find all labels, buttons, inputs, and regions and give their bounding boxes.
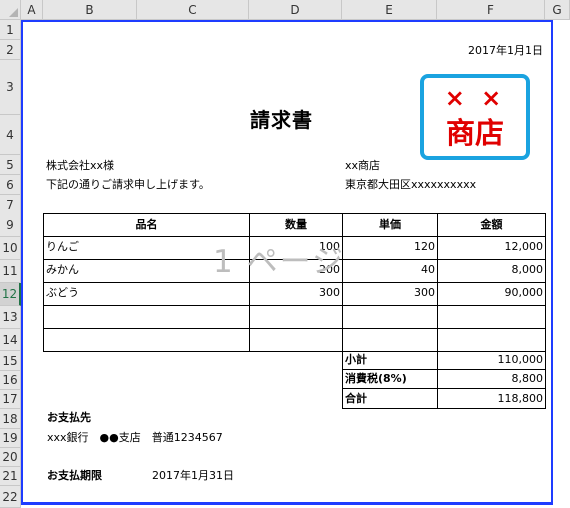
column-header-d[interactable]: D — [249, 0, 342, 20]
column-header-b[interactable]: B — [43, 0, 137, 20]
table-row-2-amount[interactable]: 8,000 — [438, 260, 546, 283]
tax-value[interactable]: 8,800 — [438, 370, 546, 389]
payee-label[interactable]: お支払先 — [47, 411, 91, 425]
payee-details[interactable]: xxx銀行 ●●支店 普通1234567 — [47, 431, 223, 445]
table-row-5-name[interactable] — [44, 329, 250, 352]
seller-address[interactable]: 東京都大田区xxxxxxxxxx — [345, 178, 476, 192]
header-quantity[interactable]: 数量 — [250, 214, 343, 237]
row-header-5[interactable]: 5 — [0, 155, 21, 175]
table-row-4-price[interactable] — [343, 306, 438, 329]
table-row-3-amount[interactable]: 90,000 — [438, 283, 546, 306]
row-header-10[interactable]: 10 — [0, 237, 21, 260]
row-header-17[interactable]: 17 — [0, 390, 21, 409]
row-header-18[interactable]: 18 — [0, 409, 21, 429]
logo-bottom-text: 商店 — [445, 116, 504, 150]
total-value[interactable]: 118,800 — [438, 389, 546, 409]
logo-top-text: × × — [444, 84, 506, 112]
table-row-4-qty[interactable] — [250, 306, 343, 329]
invoice-title[interactable]: 請求書 — [250, 107, 313, 133]
due-date[interactable]: 2017年1月31日 — [152, 469, 234, 483]
table-row-3-qty[interactable]: 300 — [250, 283, 343, 306]
row-header-20[interactable]: 20 — [0, 448, 21, 467]
column-header-f[interactable]: F — [437, 0, 545, 20]
header-item-name[interactable]: 品名 — [44, 214, 250, 237]
table-row-4-name[interactable] — [44, 306, 250, 329]
row-header-3[interactable]: 3 — [0, 60, 21, 115]
column-header-e[interactable]: E — [342, 0, 437, 20]
subtotal-label[interactable]: 小計 — [343, 351, 438, 370]
row-header-11[interactable]: 11 — [0, 260, 21, 283]
page-watermark: 1 ページ — [213, 244, 345, 280]
header-unit-price[interactable]: 単価 — [343, 214, 438, 237]
shop-logo: × × 商店 — [420, 74, 530, 160]
table-row-2-price[interactable]: 40 — [343, 260, 438, 283]
table-row-4-amount[interactable] — [438, 306, 546, 329]
header-amount[interactable]: 金額 — [438, 214, 546, 237]
table-row-5-qty[interactable] — [250, 329, 343, 352]
table-row-1-price[interactable]: 120 — [343, 237, 438, 260]
row-header-19[interactable]: 19 — [0, 429, 21, 448]
table-row-3-price[interactable]: 300 — [343, 283, 438, 306]
select-all-corner[interactable] — [0, 0, 21, 20]
row-header-14[interactable]: 14 — [0, 329, 21, 351]
column-header-a[interactable]: A — [21, 0, 43, 20]
tax-label[interactable]: 消費税(8%) — [343, 370, 438, 389]
total-label[interactable]: 合計 — [343, 389, 438, 409]
row-header-12[interactable]: 12 — [0, 283, 21, 306]
customer-name[interactable]: 株式会社xx様 — [46, 159, 114, 173]
row-header-1[interactable]: 1 — [0, 20, 21, 40]
seller-name[interactable]: xx商店 — [345, 159, 380, 173]
row-header-9[interactable]: 9 — [0, 213, 21, 237]
table-row-5-amount[interactable] — [438, 329, 546, 352]
subtotal-value[interactable]: 110,000 — [438, 351, 546, 370]
column-header-g[interactable]: G — [545, 0, 570, 20]
column-header-c[interactable]: C — [137, 0, 249, 20]
intro-text[interactable]: 下記の通りご請求申し上げます。 — [46, 178, 210, 192]
totals-table: 小計 110,000 消費税(8%) 8,800 合計 118,800 — [342, 351, 546, 409]
row-header-13[interactable]: 13 — [0, 306, 21, 329]
table-row-3-name[interactable]: ぶどう — [44, 283, 250, 306]
row-header-4[interactable]: 4 — [0, 115, 21, 155]
row-header-2[interactable]: 2 — [0, 40, 21, 60]
invoice-date[interactable]: 2017年1月1日 — [400, 44, 543, 58]
items-table: 品名 数量 単価 金額 りんご 100 120 12,000 みかん 200 4… — [43, 213, 546, 352]
row-header-7[interactable]: 7 — [0, 195, 21, 215]
row-header-6[interactable]: 6 — [0, 175, 21, 195]
row-header-21[interactable]: 21 — [0, 467, 21, 486]
row-header-22[interactable]: 22 — [0, 486, 21, 508]
row-header-15[interactable]: 15 — [0, 351, 21, 371]
table-row-1-amount[interactable]: 12,000 — [438, 237, 546, 260]
row-header-16[interactable]: 16 — [0, 371, 21, 390]
table-row-5-price[interactable] — [343, 329, 438, 352]
due-label[interactable]: お支払期限 — [47, 469, 102, 483]
